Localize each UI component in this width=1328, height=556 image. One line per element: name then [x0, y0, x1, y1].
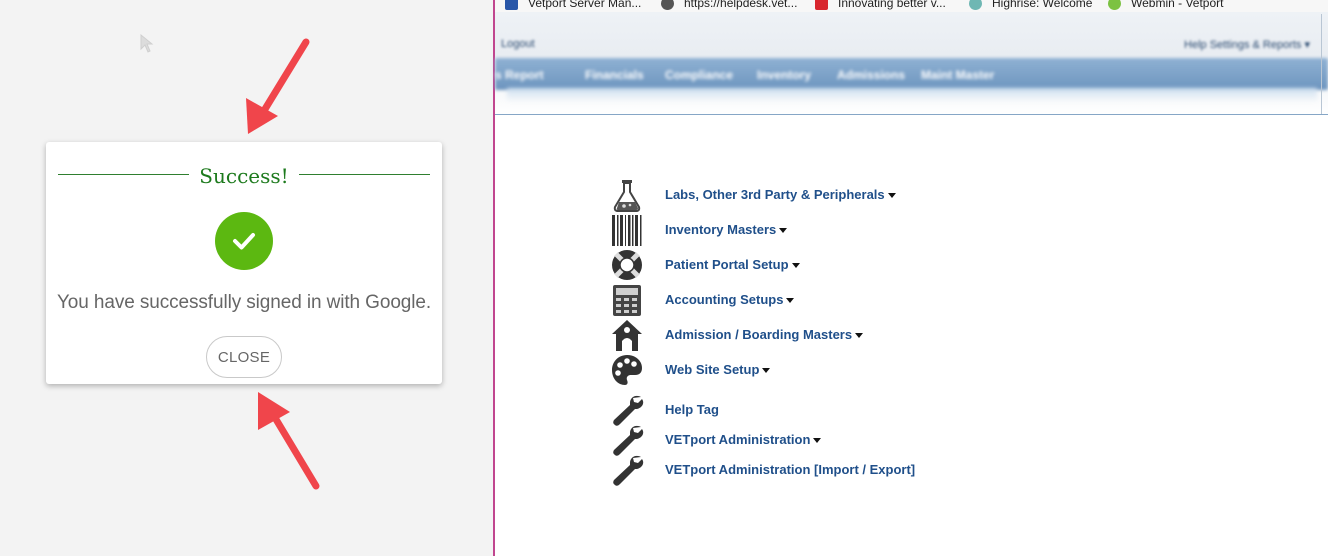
vetport-icon — [505, 0, 518, 10]
bookmark-label: Innovating better v... — [838, 0, 946, 10]
left-pane: Success! You have successfully signed in… — [0, 0, 494, 556]
menu-label[interactable]: Web Site Setup — [665, 362, 771, 377]
brand-icon — [815, 0, 828, 10]
arrow-up-annotation — [258, 392, 320, 490]
right-pane: Vetport Server Man... https://helpdesk.v… — [495, 0, 1328, 556]
globe-icon — [661, 0, 674, 10]
bookmark-label: https://helpdesk.vet... — [684, 0, 798, 10]
bookmark-label: Vetport Server Man... — [528, 0, 642, 10]
content-top-rule — [495, 114, 1328, 115]
title-rule-right — [299, 174, 430, 175]
bookmark-webmin[interactable]: Webmin - Vetport — [1108, 0, 1223, 11]
nav-item[interactable]: s Report — [495, 68, 544, 82]
header-links[interactable]: Help Settings & Reports ▾ — [1184, 38, 1310, 51]
menu-label[interactable]: Patient Portal Setup — [665, 257, 800, 272]
palette-icon — [612, 355, 642, 385]
app-header: Logout Help Settings & Reports ▾ — [495, 34, 1328, 56]
lifebuoy-icon — [612, 250, 642, 280]
nav-item[interactable]: Inventory — [757, 68, 811, 82]
nav-item[interactable]: Admissions — [837, 68, 905, 82]
menu-label[interactable]: Accounting Setups — [665, 292, 795, 307]
chevron-down-icon — [813, 437, 822, 443]
wrench-icon — [613, 395, 644, 426]
bookmark-label: Highrise: Welcome — [992, 0, 1093, 10]
menu-label[interactable]: Admission / Boarding Masters — [665, 327, 864, 342]
barcode-icon — [612, 215, 642, 246]
webmin-icon — [1108, 0, 1121, 10]
chevron-down-icon — [779, 227, 788, 233]
mouse-cursor-icon — [140, 33, 154, 53]
wrench-icon — [613, 455, 644, 486]
logout-link[interactable]: Logout — [501, 38, 535, 50]
menu-label[interactable]: VETport Administration [Import / Export] — [665, 462, 915, 477]
nav-item[interactable]: Financials — [585, 68, 644, 82]
nav-item[interactable]: Maint Master — [921, 68, 994, 82]
flask-icon — [613, 180, 641, 212]
highrise-icon — [969, 0, 982, 10]
chevron-down-icon — [887, 192, 896, 198]
bookmark-vetport-server[interactable]: Vetport Server Man... — [505, 0, 641, 11]
arrow-down-annotation — [246, 38, 310, 134]
bookmark-highrise[interactable]: Highrise: Welcome — [969, 0, 1092, 11]
frame-edge — [1321, 14, 1322, 114]
menu-label[interactable]: Labs, Other 3rd Party & Peripherals — [665, 187, 896, 202]
chevron-down-icon — [791, 262, 800, 268]
chevron-down-icon — [855, 332, 864, 338]
bookmark-helpdesk[interactable]: https://helpdesk.vet... — [661, 0, 797, 11]
menu-label[interactable]: VETport Administration — [665, 432, 822, 447]
screenshot-root: Success! You have successfully signed in… — [0, 0, 1328, 556]
menu-label[interactable]: Help Tag — [665, 402, 719, 417]
chevron-down-icon — [786, 297, 795, 303]
close-button[interactable]: CLOSE — [206, 336, 282, 378]
success-check-icon — [215, 212, 273, 270]
main-nav-items: s Report Financials Compliance Inventory… — [495, 66, 1328, 86]
wrench-icon — [613, 425, 644, 456]
navbar-glow — [507, 88, 1317, 102]
dialog-title: Success! — [199, 164, 289, 188]
doghouse-icon — [612, 320, 642, 351]
bookmarks-bar: Vetport Server Man... https://helpdesk.v… — [495, 0, 1328, 12]
menu-label[interactable]: Inventory Masters — [665, 222, 788, 237]
chevron-down-icon — [762, 367, 771, 373]
dialog-message: You have successfully signed in with Goo… — [56, 292, 432, 313]
calculator-icon — [613, 285, 641, 316]
bookmark-innovating[interactable]: Innovating better v... — [815, 0, 946, 11]
success-dialog: Success! You have successfully signed in… — [46, 142, 442, 384]
bookmark-label: Webmin - Vetport — [1131, 0, 1224, 10]
nav-item[interactable]: Compliance — [665, 68, 733, 82]
